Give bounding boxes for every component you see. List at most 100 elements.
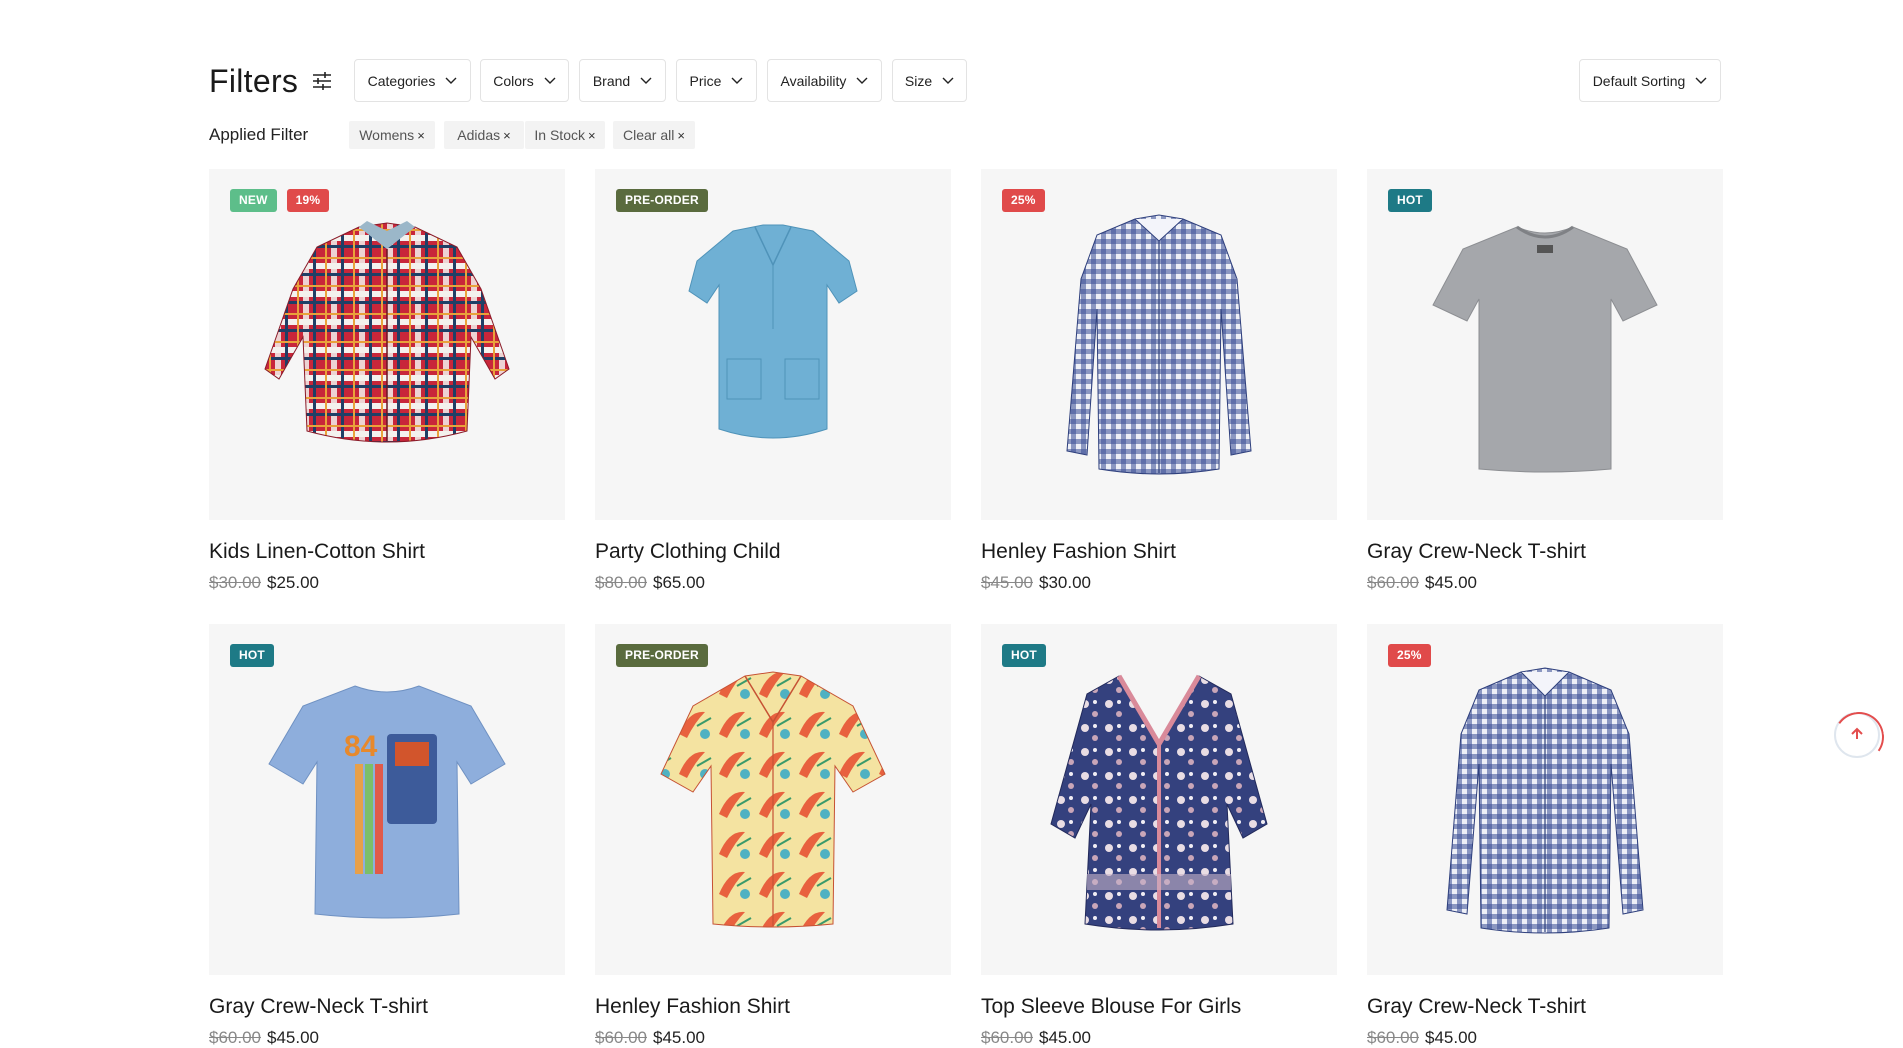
old-price: $30.00 xyxy=(209,573,261,592)
product-price: $60.00 $45.00 xyxy=(981,1026,1337,1048)
product-name[interactable]: Gray Crew-Neck T-shirt xyxy=(209,993,565,1021)
current-price: $45.00 xyxy=(653,1028,705,1047)
discount-badge: 25% xyxy=(1388,644,1431,667)
old-price: $60.00 xyxy=(209,1028,261,1047)
chevron-down-icon xyxy=(942,77,954,85)
close-icon[interactable]: × xyxy=(677,128,685,143)
current-price: $25.00 xyxy=(267,573,319,592)
filters-title: Filters xyxy=(209,62,299,99)
old-price: $60.00 xyxy=(981,1028,1033,1047)
product-image[interactable]: HOT xyxy=(1367,169,1723,520)
product-name[interactable]: Gray Crew-Neck T-shirt xyxy=(1367,538,1723,566)
sorting-dropdown[interactable]: Default Sorting xyxy=(1579,59,1721,102)
discount-badge: 25% xyxy=(1002,189,1045,212)
chip-label: Adidas xyxy=(457,127,501,143)
price-dropdown[interactable]: Price xyxy=(676,59,757,102)
graphic-tshirt-icon: 84 xyxy=(268,685,506,919)
badge-group: 25% xyxy=(1002,189,1045,212)
availability-dropdown[interactable]: Availability xyxy=(767,59,882,102)
current-price: $45.00 xyxy=(267,1028,319,1047)
product-image[interactable]: PRE-ORDER xyxy=(595,169,951,520)
product-image[interactable]: HOT xyxy=(981,624,1337,975)
status-badge: HOT xyxy=(1002,644,1046,667)
product-card[interactable]: NEW 19% Kids Linen-Cotton Shirt $30.00 $2… xyxy=(209,169,565,595)
product-image[interactable]: PRE-ORDER xyxy=(595,624,951,975)
old-price: $60.00 xyxy=(1367,573,1419,592)
dropdown-label: Price xyxy=(689,72,722,89)
close-icon[interactable]: × xyxy=(503,128,511,143)
categories-dropdown[interactable]: Categories xyxy=(354,59,471,102)
product-card[interactable]: 25% Gray Crew-Neck T-shirt $60.00 $45.00 xyxy=(1367,624,1723,1048)
product-name[interactable]: Gray Crew-Neck T-shirt xyxy=(1367,993,1723,1021)
product-image[interactable]: NEW 19% xyxy=(209,169,565,520)
product-price: $60.00 $45.00 xyxy=(595,1026,951,1048)
badge-group: PRE-ORDER xyxy=(616,189,708,212)
filters-heading[interactable]: Filters xyxy=(209,59,332,103)
gingham-shirt-icon xyxy=(1066,214,1252,475)
product-image[interactable]: 84 HOT xyxy=(209,624,565,975)
paisley-blouse-icon xyxy=(1050,674,1268,931)
hawaiian-shirt-icon xyxy=(660,671,886,928)
back-to-top-button[interactable] xyxy=(1834,712,1880,758)
product-card[interactable]: PRE-ORDER Henley Fashion Shirt $60.00 $45… xyxy=(595,624,951,1048)
product-name[interactable]: Top Sleeve Blouse For Girls xyxy=(981,993,1337,1021)
current-price: $65.00 xyxy=(653,573,705,592)
chip-adidas[interactable]: Adidas × xyxy=(444,121,524,149)
filters-bar: Filters Categories Colors Brand Price Av… xyxy=(209,59,1724,103)
product-price: $80.00 $65.00 xyxy=(595,571,951,595)
product-name[interactable]: Henley Fashion Shirt xyxy=(595,993,951,1021)
badge-group: HOT xyxy=(1388,189,1432,212)
brand-dropdown[interactable]: Brand xyxy=(579,59,666,102)
applied-filter-label: Applied Filter xyxy=(209,125,309,144)
arrow-up-icon xyxy=(1850,726,1864,745)
product-card[interactable]: 25% Henley Fashion Shirt $45.00 $30.00 xyxy=(981,169,1337,595)
product-price: $60.00 $45.00 xyxy=(209,1026,565,1048)
plaid-shirt-icon xyxy=(264,221,510,443)
product-card[interactable]: HOT Top Sleeve Blouse For Girls $60.00 $4… xyxy=(981,624,1337,1048)
status-badge: PRE-ORDER xyxy=(616,644,708,667)
chip-label: In Stock xyxy=(534,127,585,143)
sliders-icon xyxy=(312,72,332,90)
product-name[interactable]: Henley Fashion Shirt xyxy=(981,538,1337,566)
chip-label: Clear all xyxy=(623,127,675,143)
current-price: $45.00 xyxy=(1425,573,1477,592)
product-price: $60.00 $45.00 xyxy=(1367,1026,1723,1048)
discount-badge: 19% xyxy=(286,189,330,212)
colors-dropdown[interactable]: Colors xyxy=(480,59,569,102)
product-price: $60.00 $45.00 xyxy=(1367,571,1723,595)
product-card[interactable]: HOT Gray Crew-Neck T-shirt $60.00 $45.00 xyxy=(1367,169,1723,595)
chevron-down-icon xyxy=(856,77,868,85)
close-icon[interactable]: × xyxy=(588,128,596,143)
chip-womens[interactable]: Womens × xyxy=(349,121,435,149)
dropdown-label: Colors xyxy=(493,72,534,89)
product-card[interactable]: PRE-ORDER Party Clothing Child $80.00 $65… xyxy=(595,169,951,595)
dropdown-label: Brand xyxy=(592,72,631,89)
status-badge: HOT xyxy=(1388,189,1432,212)
product-image[interactable]: 25% xyxy=(981,169,1337,520)
gingham-shirt-icon xyxy=(1446,667,1644,934)
old-price: $60.00 xyxy=(1367,1028,1419,1047)
size-dropdown[interactable]: Size xyxy=(892,59,967,102)
old-price: $45.00 xyxy=(981,573,1033,592)
chip-label: Womens xyxy=(359,127,415,143)
product-card[interactable]: 84 HOT Gray Crew-Neck T-shirt $60.00 $45.… xyxy=(209,624,565,1048)
badge-group: PRE-ORDER xyxy=(616,644,708,667)
chevron-down-icon xyxy=(1695,77,1707,85)
product-name[interactable]: Kids Linen-Cotton Shirt xyxy=(209,538,565,566)
chip-in-stock[interactable]: In Stock × xyxy=(525,121,605,149)
graphic-text: 84 xyxy=(344,730,378,763)
chevron-down-icon xyxy=(544,77,556,85)
badge-group: NEW 19% xyxy=(230,189,330,212)
badge-group: HOT xyxy=(1002,644,1046,667)
close-icon[interactable]: × xyxy=(417,128,425,143)
chevron-down-icon xyxy=(640,77,652,85)
chevron-down-icon xyxy=(445,77,457,85)
product-price: $30.00 $25.00 xyxy=(209,571,565,595)
product-image[interactable]: 25% xyxy=(1367,624,1723,975)
product-name[interactable]: Party Clothing Child xyxy=(595,538,951,566)
dropdown-label: Categories xyxy=(367,72,436,89)
dropdown-label: Size xyxy=(904,72,933,89)
old-price: $80.00 xyxy=(595,573,647,592)
chip-clear-all[interactable]: Clear all × xyxy=(613,121,695,149)
status-badge: PRE-ORDER xyxy=(616,189,708,212)
